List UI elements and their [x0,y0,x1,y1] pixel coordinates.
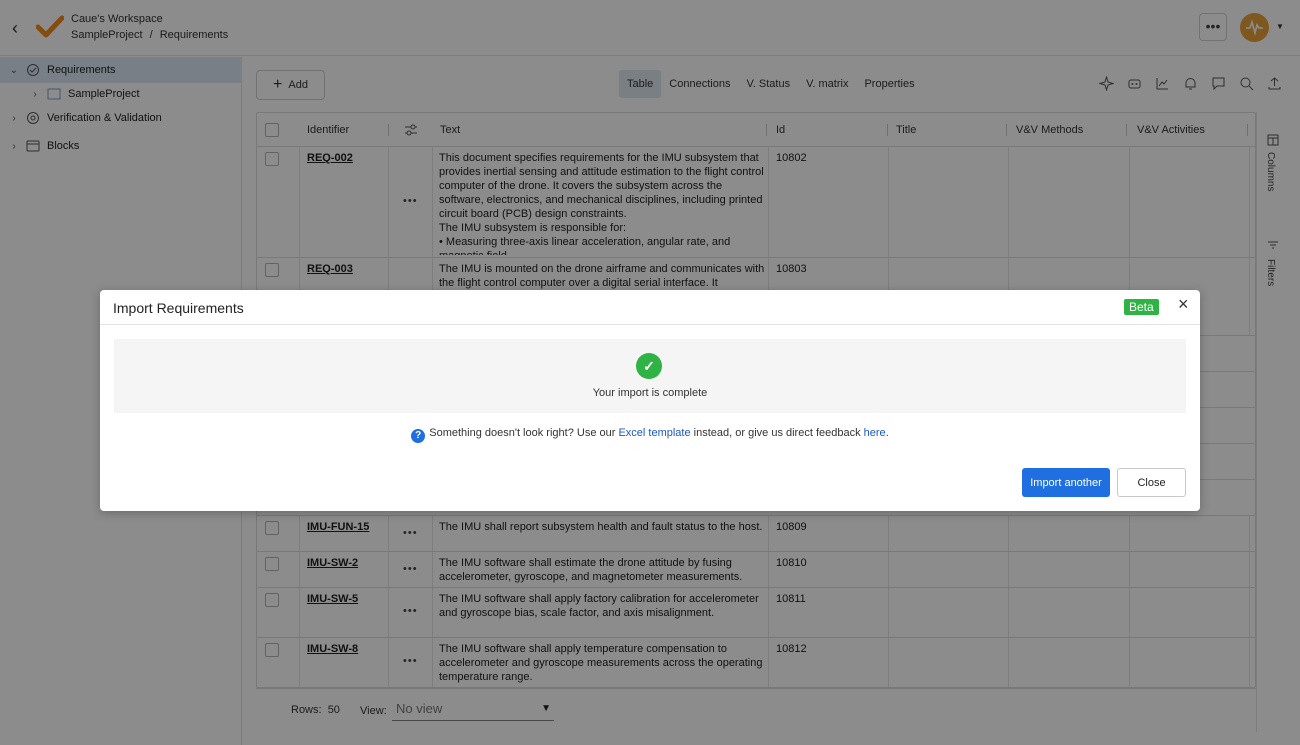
close-icon[interactable]: × [1178,294,1189,315]
check-circle-icon: ✓ [636,353,662,379]
beta-badge: Beta [1124,299,1159,315]
feedback-text: ? Something doesn't look right? Use our E… [100,427,1200,443]
import-another-button[interactable]: Import another [1022,468,1110,497]
import-requirements-modal: Import Requirements Beta × ✓ Your import… [100,290,1200,511]
success-message: Your import is complete [592,387,708,399]
help-icon: ? [411,429,426,443]
success-panel: ✓ Your import is complete [114,339,1186,413]
modal-divider [100,324,1200,325]
modal-title: Import Requirements [113,300,244,316]
excel-template-link[interactable]: Excel template [618,427,690,439]
close-button[interactable]: Close [1117,468,1186,497]
feedback-here-link[interactable]: here [864,427,886,439]
